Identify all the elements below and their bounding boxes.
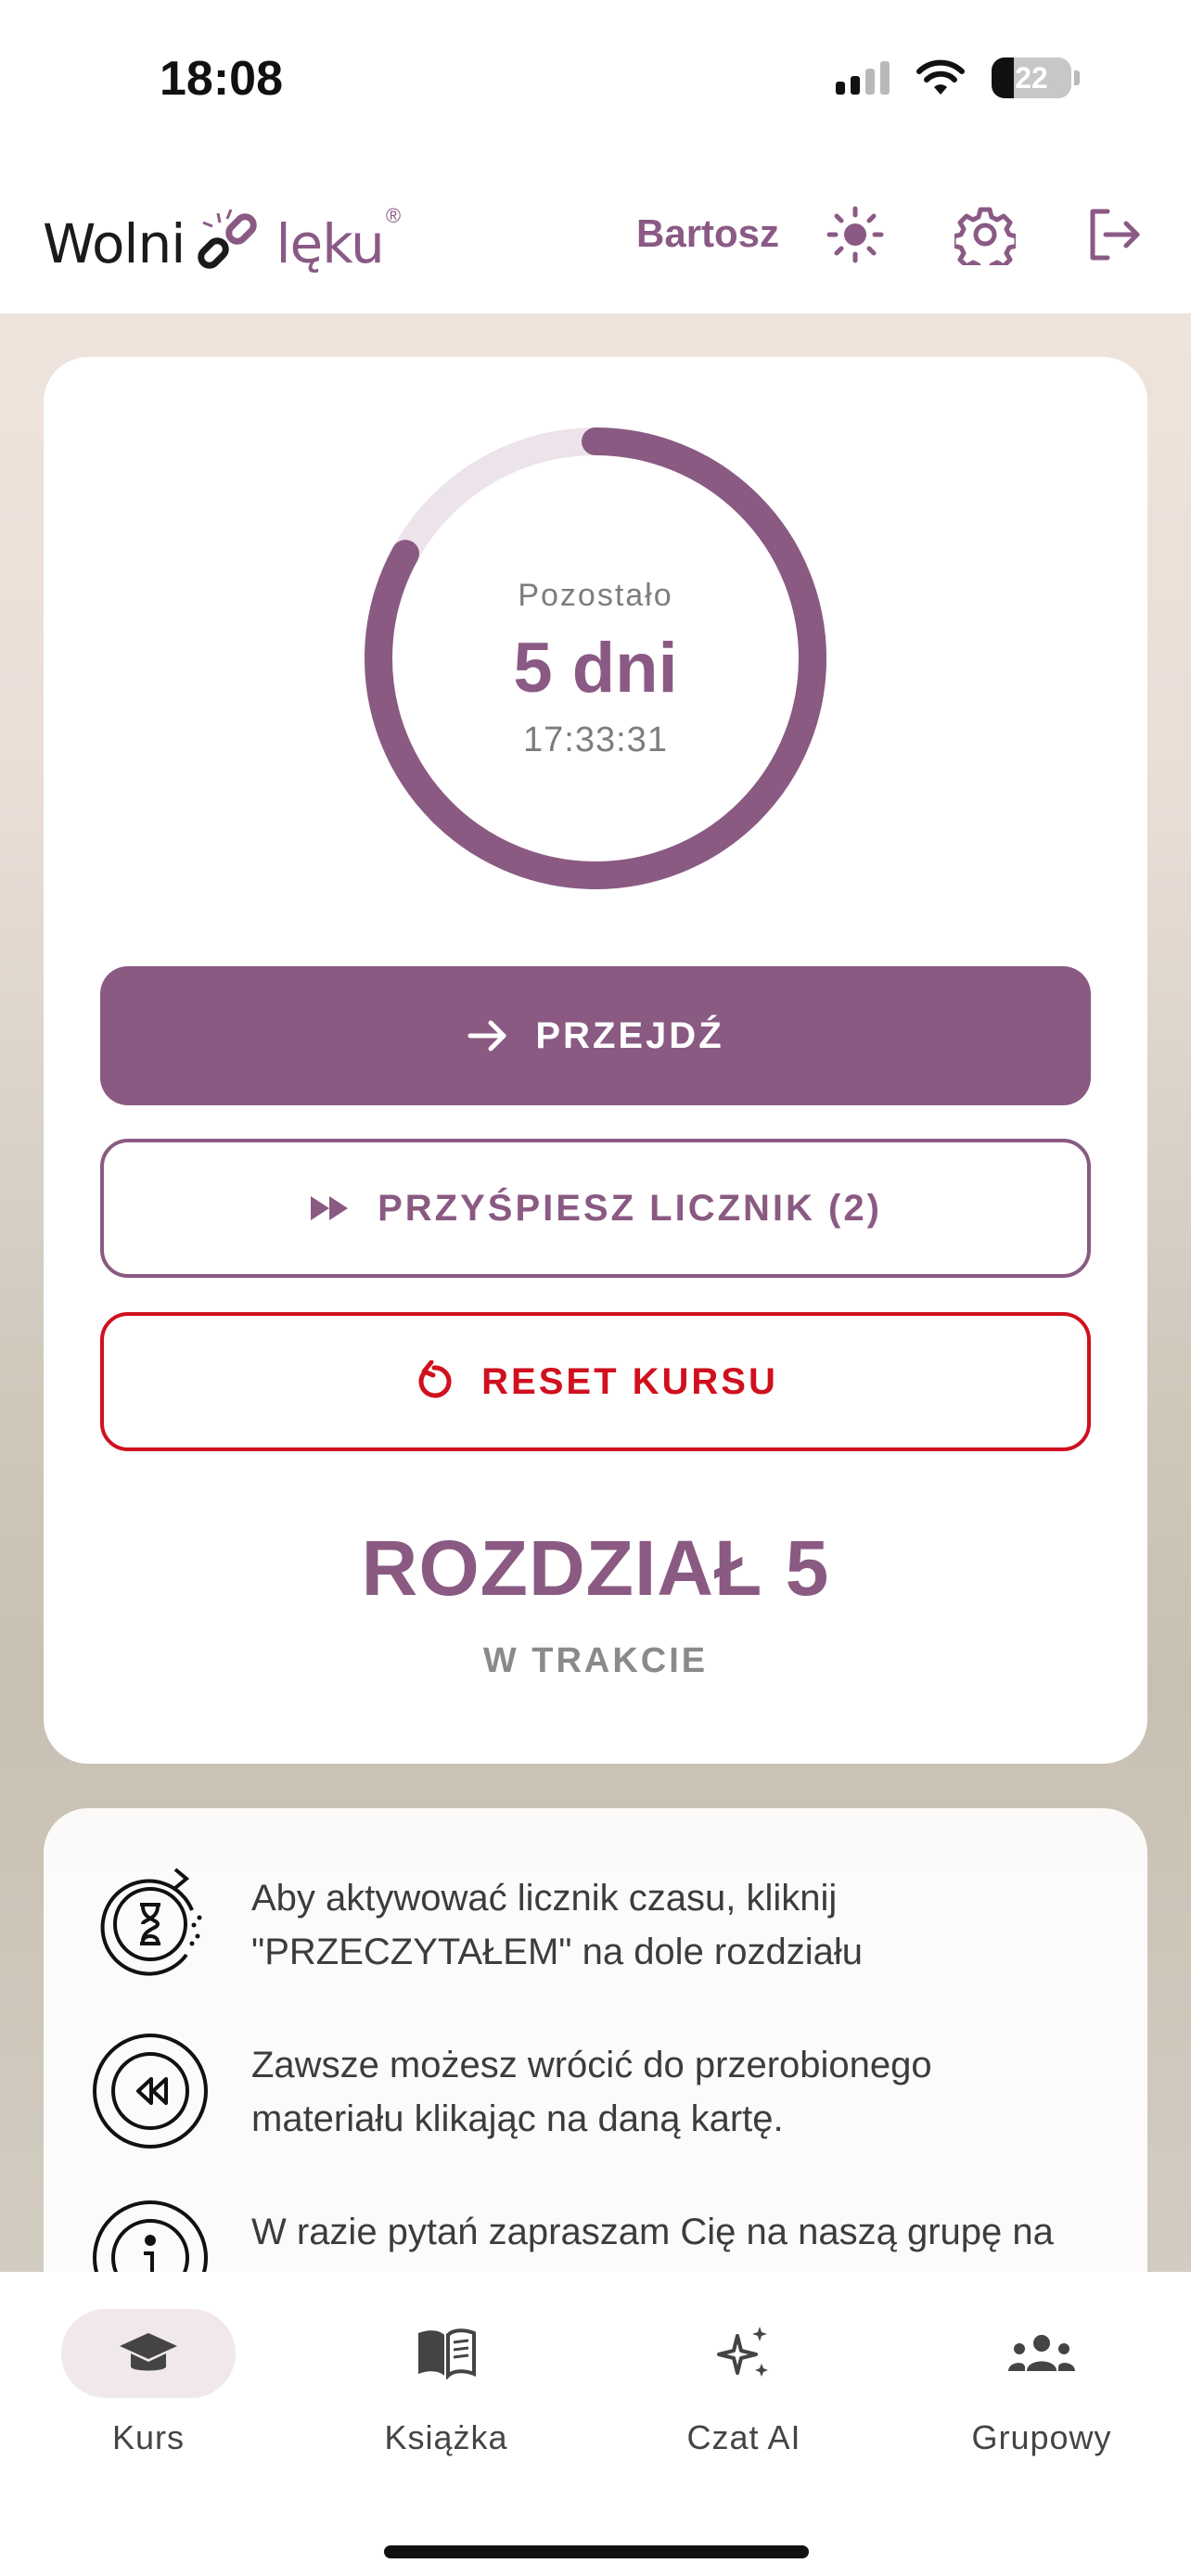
logo-text-wolni: Wolni [43, 212, 186, 275]
nav-pill [657, 2309, 831, 2398]
nav-pill [954, 2309, 1129, 2398]
speed-up-button[interactable]: PRZYŚPIESZ LICZNIK (2) [100, 1139, 1091, 1278]
signal-icon [836, 61, 890, 95]
info-text-line: "PRZECZYTAŁEM" na dole rozdziału [251, 1932, 864, 1972]
info-text-line: W razie pytań zapraszam Cię na naszą gru… [251, 2212, 1054, 2252]
nav-pill-active [61, 2309, 236, 2398]
bottom-nav: Kurs Książka Czat AI Grupowy [0, 2272, 1191, 2576]
course-card: Pozostało 5 dni 17:33:31 PRZEJDŹ PRZYŚPI… [44, 357, 1147, 1764]
nav-label: Czat AI [686, 2418, 801, 2456]
nav-label: Książka [384, 2418, 508, 2456]
group-icon [1008, 2335, 1075, 2371]
nav-item-ksiazka[interactable]: Książka [298, 2309, 595, 2476]
status-icons: 22 [836, 57, 1080, 98]
sparkles-icon [717, 2327, 768, 2377]
speed-up-button-label: PRZYŚPIESZ LICZNIK (2) [378, 1187, 882, 1229]
info-text: W razie pytań zapraszam Cię na naszą gru… [251, 2198, 1054, 2259]
logo-text-leku: lęku [275, 212, 384, 275]
app-header: Wolni lęku ® Bartosz [0, 158, 1191, 313]
info-text: Aby aktywować licznik czasu, kliknij "PR… [251, 1864, 863, 1979]
rewind-icon [93, 2034, 208, 2149]
graduation-cap-icon [120, 2333, 177, 2371]
info-item: Zawsze możesz wrócić do przerobionego ma… [90, 2031, 1120, 2151]
user-name[interactable]: Bartosz [636, 211, 779, 256]
sun-icon[interactable] [825, 204, 886, 265]
battery-icon: 22 [992, 57, 1080, 98]
info-item: Aby aktywować licznik czasu, kliknij "PR… [90, 1864, 1120, 1984]
arrow-right-icon [467, 1020, 506, 1052]
logo-registered: ® [385, 204, 402, 227]
chain-link-icon [198, 209, 258, 269]
info-text-line: materiału klikając na daną kartę. [251, 2098, 784, 2139]
battery-level: 22 [1015, 60, 1048, 95]
reset-course-button[interactable]: RESET KURSU [100, 1312, 1091, 1451]
reset-icon [418, 1360, 452, 1398]
remaining-label: Pozostało [518, 578, 673, 613]
nav-pill [359, 2309, 533, 2398]
gear-icon[interactable] [954, 204, 1016, 265]
chapter-status: W TRAKCIE [482, 1641, 709, 1680]
remaining-days: 5 dni [513, 629, 678, 708]
info-card: Aby aktywować licznik czasu, kliknij "PR… [44, 1808, 1147, 2309]
fast-forward-icon [311, 1196, 349, 1220]
nav-item-czat-ai[interactable]: Czat AI [596, 2309, 892, 2476]
chapter-title: ROZDZIAŁ 5 [361, 1524, 830, 1612]
info-text-line: Aby aktywować licznik czasu, kliknij [251, 1878, 838, 1919]
book-icon [418, 2328, 476, 2379]
info-text-line: Zawsze możesz wrócić do przerobionego [251, 2045, 932, 2085]
go-button-label: PRZEJDŹ [535, 1014, 724, 1056]
wifi-icon [916, 59, 965, 95]
nav-item-kurs[interactable]: Kurs [0, 2309, 297, 2476]
nav-item-grupowy[interactable]: Grupowy [893, 2309, 1190, 2476]
nav-label: Grupowy [971, 2418, 1112, 2456]
status-time: 18:08 [160, 52, 283, 106]
hourglass-timer-icon [100, 1868, 202, 1976]
reset-course-button-label: RESET KURSU [481, 1360, 778, 1402]
go-button[interactable]: PRZEJDŹ [100, 966, 1091, 1105]
app-logo[interactable]: Wolni lęku ® [43, 204, 401, 284]
logout-icon[interactable] [1083, 204, 1145, 265]
home-indicator[interactable] [384, 2545, 809, 2558]
info-text: Zawsze możesz wrócić do przerobionego ma… [251, 2031, 932, 2146]
nav-label: Kurs [111, 2418, 186, 2456]
remaining-time: 17:33:31 [523, 721, 668, 759]
status-bar: 18:08 22 [0, 0, 1191, 158]
